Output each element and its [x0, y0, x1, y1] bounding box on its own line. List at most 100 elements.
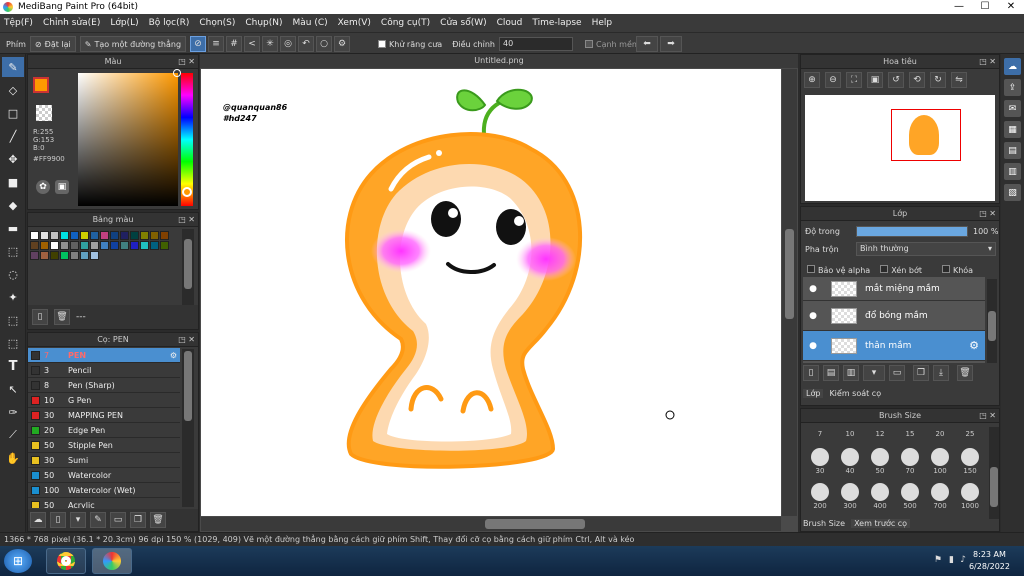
brush-size-scrollbar[interactable] [989, 427, 999, 519]
select-tool-icon[interactable]: ⬚ [2, 241, 24, 261]
menu-timelapse[interactable]: Time-lapse [532, 18, 581, 28]
protect-alpha-checkbox[interactable] [807, 265, 815, 273]
palette-swatch[interactable] [30, 241, 39, 250]
redo-icon[interactable]: ➡ [660, 36, 682, 52]
flip-icon[interactable]: ⇋ [951, 72, 967, 88]
palette-swatch[interactable] [140, 241, 149, 250]
menu-cloud[interactable]: Cloud [497, 18, 523, 28]
eraser-tool-icon[interactable]: ◇ [2, 80, 24, 100]
menu-file[interactable]: Tệp(F) [4, 18, 33, 28]
maximize-button[interactable]: ☐ [972, 0, 998, 14]
magic-wand-tool-icon[interactable]: ✦ [2, 287, 24, 307]
palette-swatch[interactable] [50, 241, 59, 250]
adjust-select[interactable]: 40 [498, 37, 573, 51]
lasso-tool-icon[interactable]: ◌ [2, 264, 24, 284]
duplicate-layer-icon[interactable]: ❐ [913, 365, 929, 381]
opacity-slider[interactable] [856, 226, 968, 237]
document-tab[interactable]: Untitled.png [200, 54, 798, 68]
eyedropper-tool-icon[interactable]: ⟋ [2, 425, 24, 445]
canvas-horizontal-scrollbar[interactable] [201, 517, 781, 531]
brush-item[interactable]: 8 Pen (Sharp) [28, 378, 180, 393]
gradient-tool-icon[interactable]: ▬ [2, 218, 24, 238]
cloud-icon[interactable]: ☁ [1004, 58, 1021, 75]
actual-size-icon[interactable]: ⛶ [846, 72, 862, 88]
panel-close-icon[interactable]: ◳ ✕ [979, 55, 996, 69]
curve-snap-icon[interactable]: ↶ [298, 36, 314, 52]
brush-item[interactable]: 100 Watercolor (Wet) [28, 483, 180, 498]
palette-swatch[interactable] [100, 231, 109, 240]
delete-layer-icon[interactable]: 🗑 [957, 365, 973, 381]
panel-close-icon[interactable]: ◳ ✕ [979, 207, 996, 221]
hand-tool-icon[interactable]: ✋ [2, 448, 24, 468]
layer-scrollbar[interactable] [987, 279, 997, 363]
palette-swatch[interactable] [110, 241, 119, 250]
palette-swatch[interactable] [80, 231, 89, 240]
new-palette-icon[interactable]: ▯ [32, 309, 48, 325]
add-brush-icon[interactable]: ▯ [50, 512, 66, 528]
brush-size-option[interactable]: 10 [835, 427, 865, 441]
minimize-button[interactable]: — [946, 0, 972, 14]
windows-start-icon[interactable]: ⊞ [4, 549, 32, 573]
palette-swatch[interactable] [140, 231, 149, 240]
new-8bit-layer-icon[interactable]: ▥ [843, 365, 859, 381]
snap-off-icon[interactable]: ⊘ [190, 36, 206, 52]
palette-swatch[interactable] [120, 231, 129, 240]
rotate-right-icon[interactable]: ↻ [930, 72, 946, 88]
reset-button[interactable]: ⊘ Đặt lại [29, 36, 76, 52]
tile-icon[interactable]: ▥ [1004, 163, 1021, 180]
vertical-scroll-thumb[interactable] [785, 229, 794, 319]
background-color-swatch[interactable] [36, 105, 52, 121]
brush-size-option[interactable]: 7 [805, 427, 835, 441]
lock-checkbox[interactable] [941, 265, 950, 273]
palette-swatch[interactable] [70, 231, 79, 240]
menu-tools[interactable]: Công cụ(T) [381, 18, 430, 28]
system-clock[interactable]: 8:23 AM 6/28/2022 [969, 549, 1010, 573]
fill-rect-tool-icon[interactable]: ■ [2, 172, 24, 192]
brush-item[interactable]: 50 Acrylic [28, 498, 180, 508]
menu-color[interactable]: Màu (C) [293, 18, 328, 28]
panel-close-icon[interactable]: ◳ ✕ [178, 55, 195, 69]
foreground-color-swatch[interactable] [33, 77, 49, 93]
shape-tool-icon[interactable]: □ [2, 103, 24, 123]
palette-swatch[interactable] [60, 231, 69, 240]
brush-scrollbar[interactable] [182, 349, 194, 507]
layer-menu-icon[interactable]: ▾ [863, 365, 885, 381]
brush-item[interactable]: 30 Sumi [28, 453, 180, 468]
medibang-taskbar-icon[interactable] [92, 548, 132, 574]
brush-size-option[interactable]: 50 [865, 446, 895, 476]
brush-item[interactable]: 20 Edge Pen [28, 423, 180, 438]
palette-swatch[interactable] [160, 241, 169, 250]
brush-size-option[interactable]: 30 [805, 446, 835, 476]
palette-swatch[interactable] [100, 241, 109, 250]
soft-edge-checkbox[interactable] [584, 40, 593, 48]
menu-capture[interactable]: Chụp(N) [245, 18, 282, 28]
brush-size-option[interactable]: 25 [955, 427, 985, 441]
palette-swatch[interactable] [60, 251, 69, 260]
menu-window[interactable]: Cửa sổ(W) [440, 18, 486, 28]
new-layer-icon[interactable]: ▯ [803, 365, 819, 381]
close-button[interactable]: ✕ [998, 0, 1024, 14]
menu-view[interactable]: Xem(V) [338, 18, 371, 28]
dot-tool-icon[interactable]: ╱ [2, 126, 24, 146]
layer-visibility-icon[interactable]: ● [803, 341, 823, 351]
brush-settings-icon[interactable]: ⚙ [170, 351, 177, 360]
palette-more[interactable]: --- [76, 312, 86, 322]
cloud-brush-icon[interactable]: ☁ [30, 512, 46, 528]
vanishing-snap-icon[interactable]: < [244, 36, 260, 52]
palette-swatch[interactable] [130, 241, 139, 250]
palette-swatch[interactable] [160, 231, 169, 240]
parallel-snap-icon[interactable]: ≡ [208, 36, 224, 52]
grid-icon[interactable]: ▧ [1004, 184, 1021, 201]
comment-icon[interactable]: ✉ [1004, 100, 1021, 117]
panel-close-icon[interactable]: ◳ ✕ [979, 409, 996, 423]
tab-brush-size[interactable]: Brush Size [803, 519, 845, 528]
palette-swatch[interactable] [30, 251, 39, 260]
palette-swatch[interactable] [90, 241, 99, 250]
panel-close-icon[interactable]: ◳ ✕ [178, 333, 195, 347]
menu-layer[interactable]: Lớp(L) [110, 18, 138, 28]
brush-size-option[interactable]: 100 [925, 446, 955, 476]
brush-tool-icon[interactable]: ✎ [2, 57, 24, 77]
merge-layer-icon[interactable]: ⤓ [933, 365, 949, 381]
layer-item[interactable]: ● mắt miệng mầm [803, 277, 985, 301]
palette-swatch[interactable] [120, 241, 129, 250]
